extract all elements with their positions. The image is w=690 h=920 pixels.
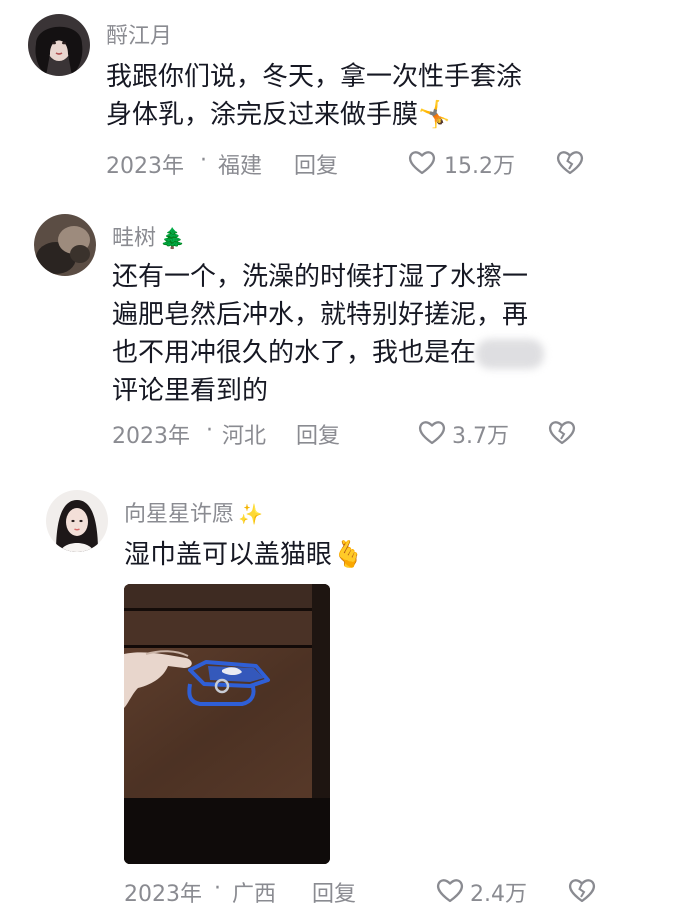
comment-meta: 2023年 · 广西 回复 2.4万 [124,876,604,908]
blurred-text [476,338,545,369]
username[interactable]: 酹江月 [106,18,172,50]
broken-heart-icon[interactable] [548,419,576,445]
comment-meta: 2023年 · 河北 回复 3.7万 [112,418,592,450]
comment-year: 2023年 [124,882,202,907]
avatar[interactable] [34,214,96,276]
emoji: 🤸 [418,100,451,130]
comment-location: 河北 [222,424,267,449]
meta-separator: · [214,876,221,901]
comment-meta: 2023年 · 福建 回复 15.2万 [106,148,586,180]
reply-button[interactable]: 回复 [312,876,356,908]
comment-text: 还有一个，洗澡的时候打湿了水擦一 遍肥皂然后冲水，就特别好搓泥，再 也不用冲很久… [112,258,545,410]
broken-heart-icon[interactable] [568,877,596,903]
comment-text: 我跟你们说，冬天，拿一次性手套涂 身体乳，涂完反过来做手膜🤸 [106,62,523,130]
reply-button[interactable]: 回复 [296,418,340,450]
comment-item: 酹江月 我跟你们说，冬天，拿一次性手套涂 身体乳，涂完反过来做手膜🤸 2023年… [0,0,690,200]
comment-text: 湿巾盖可以盖猫眼🫰 [124,540,365,570]
comment-image[interactable] [124,584,330,864]
tree-emoji: 🌲 [160,226,185,250]
heart-outline-icon[interactable] [408,149,436,175]
avatar[interactable] [28,14,90,76]
like-count: 15.2万 [444,154,515,179]
comment-item: 向星星许愿 ✨ 湿巾盖可以盖猫眼🫰 2023年 · 广西 回复 2.4万 [0,470,690,920]
heart-outline-icon[interactable] [418,419,446,445]
comment-location: 广西 [232,882,277,907]
like-count: 2.4万 [470,882,527,907]
meta-separator: · [200,148,207,173]
broken-heart-icon[interactable] [556,149,584,175]
comment-year: 2023年 [112,424,190,449]
username[interactable]: 畦树 🌲 [112,220,185,252]
username[interactable]: 向星星许愿 ✨ [124,496,263,528]
avatar[interactable] [46,490,108,552]
comment-item: 畦树 🌲 还有一个，洗澡的时候打湿了水擦一 遍肥皂然后冲水，就特别好搓泥，再 也不… [0,200,690,470]
meta-separator: · [206,418,213,443]
reply-button[interactable]: 回复 [294,148,338,180]
comment-year: 2023年 [106,154,184,179]
comment-location: 福建 [218,154,263,179]
sparkles-emoji: ✨ [238,502,263,526]
like-count: 3.7万 [452,424,509,449]
heart-outline-icon[interactable] [436,877,464,903]
emoji: 🫰 [332,540,365,570]
